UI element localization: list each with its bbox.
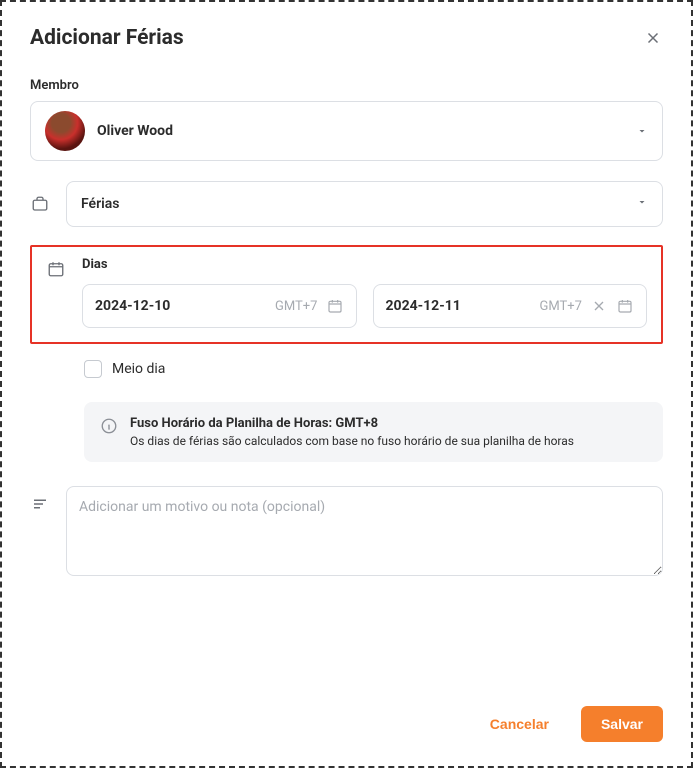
type-row: Férias xyxy=(30,181,663,227)
note-row xyxy=(30,486,663,576)
halfday-checkbox[interactable] xyxy=(84,360,102,378)
close-icon xyxy=(591,298,607,314)
save-button[interactable]: Salvar xyxy=(581,706,663,742)
chevron-down-icon xyxy=(636,196,648,212)
member-name: Oliver Wood xyxy=(97,123,173,139)
note-textarea[interactable] xyxy=(66,486,663,576)
days-section: Dias 2024-12-10 GMT+7 2024-12-11 GMT+7 xyxy=(30,245,663,344)
chevron-down-icon xyxy=(636,122,648,141)
cancel-button[interactable]: Cancelar xyxy=(470,706,569,742)
modal-header: Adicionar Férias xyxy=(30,26,663,50)
notes-icon xyxy=(30,494,50,514)
briefcase-icon xyxy=(30,194,50,214)
info-description: Os dias de férias são calculados com bas… xyxy=(130,434,574,448)
close-icon xyxy=(644,29,662,47)
avatar xyxy=(45,111,85,151)
type-value: Férias xyxy=(81,196,119,212)
info-title: Fuso Horário da Planilha de Horas: GMT+8 xyxy=(130,416,574,431)
info-icon xyxy=(100,417,118,435)
end-tz: GMT+7 xyxy=(540,299,582,314)
close-button[interactable] xyxy=(643,28,663,48)
type-select[interactable]: Férias xyxy=(66,181,663,227)
timezone-info: Fuso Horário da Planilha de Horas: GMT+8… xyxy=(84,402,663,462)
start-tz: GMT+7 xyxy=(275,299,317,314)
member-section: Membro Oliver Wood xyxy=(30,78,663,161)
member-label: Membro xyxy=(30,78,663,93)
calendar-icon xyxy=(46,259,66,279)
add-vacation-modal: Adicionar Férias Membro Oliver Wood Féri… xyxy=(0,0,693,768)
start-date-value: 2024-12-10 xyxy=(95,298,267,314)
modal-title: Adicionar Férias xyxy=(30,26,184,50)
end-date-value: 2024-12-11 xyxy=(386,298,532,314)
member-select[interactable]: Oliver Wood xyxy=(30,101,663,161)
start-date-input[interactable]: 2024-12-10 GMT+7 xyxy=(82,284,357,328)
modal-footer: Cancelar Salvar xyxy=(30,686,663,742)
halfday-row: Meio dia xyxy=(84,360,663,378)
clear-end-date[interactable] xyxy=(590,297,608,315)
calendar-icon xyxy=(326,297,344,315)
end-date-input[interactable]: 2024-12-11 GMT+7 xyxy=(373,284,648,328)
halfday-label: Meio dia xyxy=(112,361,165,377)
days-label: Dias xyxy=(82,257,647,272)
calendar-icon xyxy=(616,297,634,315)
